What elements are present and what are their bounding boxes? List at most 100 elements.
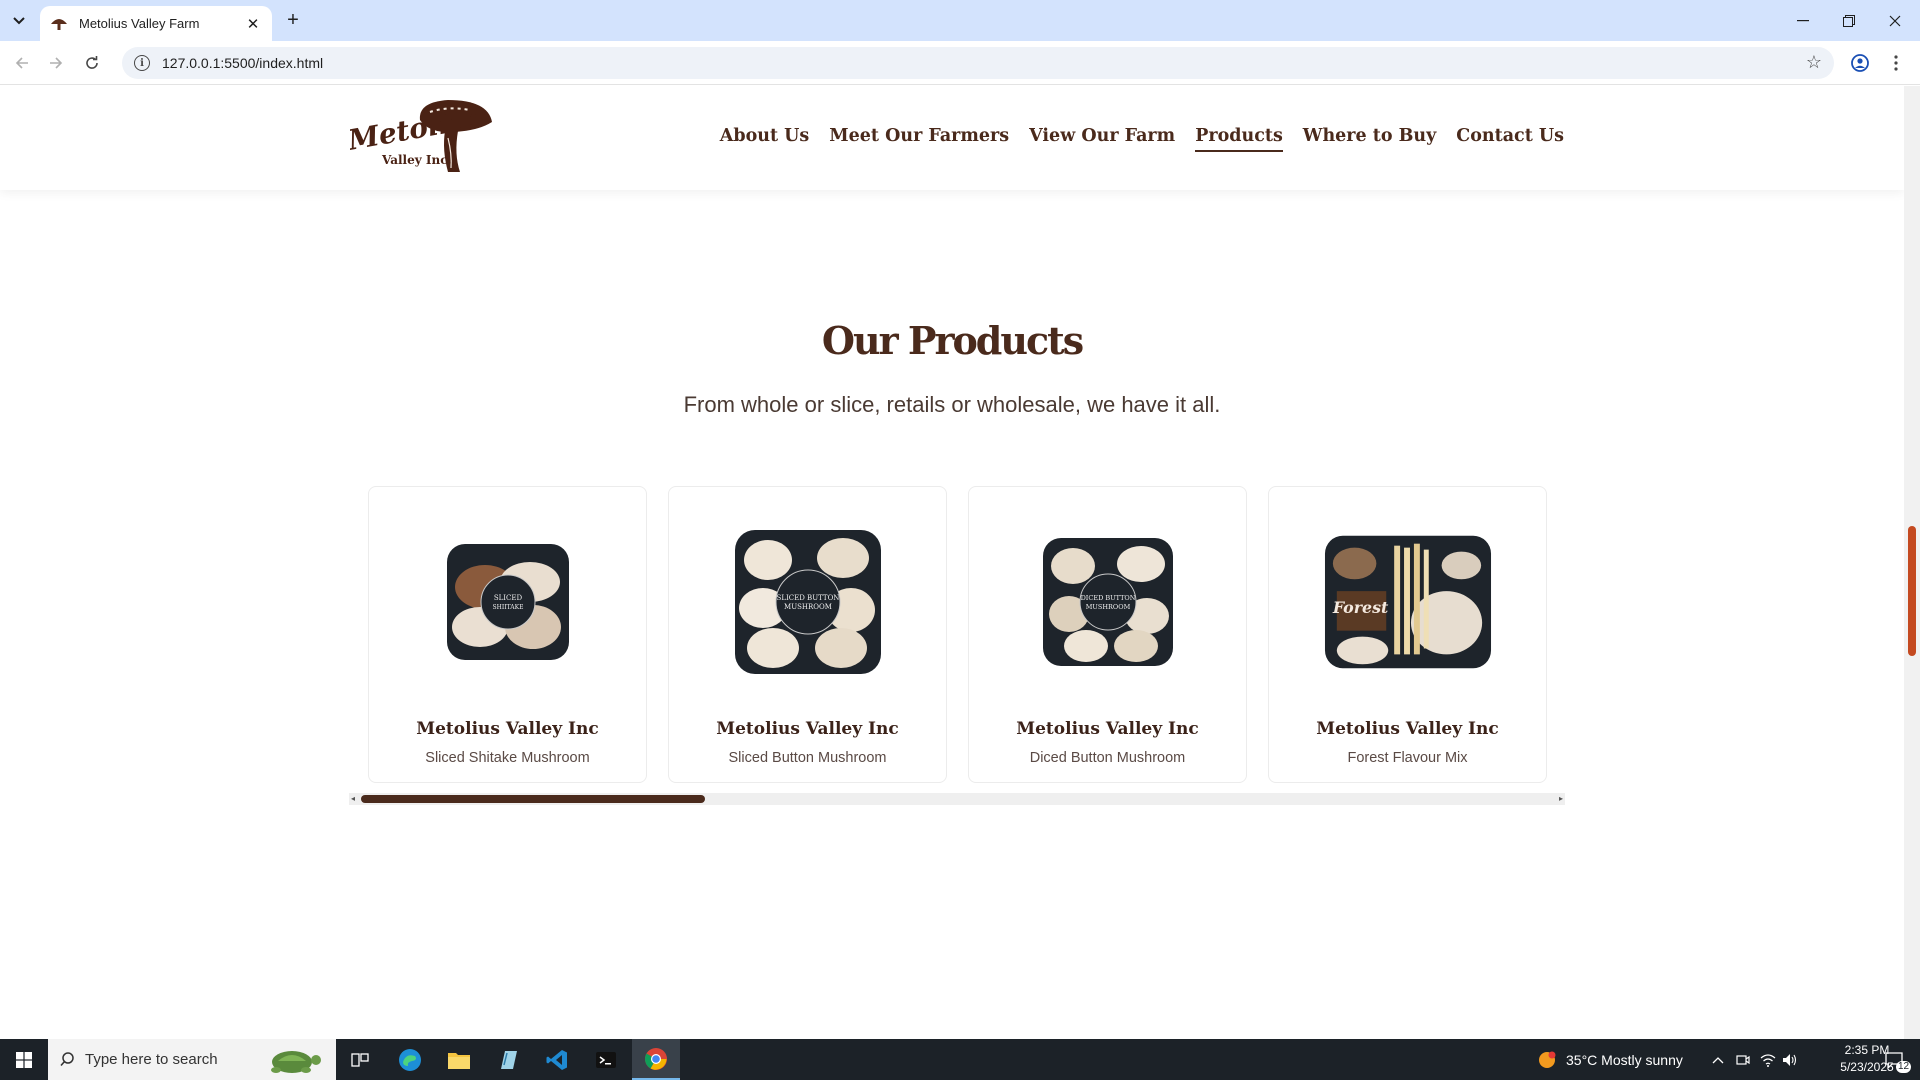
nav-where-to-buy[interactable]: Where to Buy [1303,126,1437,152]
chevron-up-icon [1712,1056,1724,1063]
svg-text:DICED BUTTON: DICED BUTTON [1080,594,1135,602]
taskbar-notes-app[interactable] [484,1039,532,1080]
minimize-button[interactable] [1780,0,1826,41]
product-brand: Metolius Valley Inc [1016,719,1199,739]
forward-button[interactable] [44,51,68,75]
svg-text:Forest: Forest [1331,598,1388,617]
metolius-valley-logo[interactable]: Metolius Valley Inc. [350,98,492,174]
nav-meet-our-farmers[interactable]: Meet Our Farmers [829,126,1009,152]
back-arrow-icon [15,57,28,69]
product-image-forest-flavour-mix: Forest [1323,527,1493,677]
weather-text: 35°C Mostly sunny [1566,1051,1683,1068]
notes-app-icon [501,1050,517,1069]
svg-text:SLICED BUTTON: SLICED BUTTON [776,594,839,602]
chevron-down-icon [13,17,25,25]
svg-text:MUSHROOM: MUSHROOM [784,603,832,611]
taskbar-search-box[interactable]: Type here to search [48,1039,336,1080]
folder-icon [448,1052,470,1069]
reload-icon [86,56,98,69]
product-name: Sliced Button Mushroom [728,750,887,766]
vscode-icon [546,1049,567,1070]
product-name: Forest Flavour Mix [1347,750,1468,766]
product-brand: Metolius Valley Inc [1316,719,1499,739]
svg-text:MUSHROOM: MUSHROOM [1085,603,1130,611]
taskbar-vscode[interactable] [533,1039,581,1080]
search-placeholder: Type here to search [85,1051,218,1068]
weather-widget[interactable]: 35°C Mostly sunny [1536,1039,1683,1080]
restore-button[interactable] [1826,0,1872,41]
profile-icon [1851,54,1869,72]
taskbar-chrome[interactable] [632,1039,680,1080]
product-card[interactable]: SLICED SHIITAKE Metolius Valley Inc Slic… [368,486,647,783]
taskbar-file-explorer[interactable] [435,1039,483,1080]
site-header: Metolius Valley Inc. About Us Meet Our F… [0,86,1904,190]
product-brand: Metolius Valley Inc [716,719,899,739]
taskbar-edge[interactable] [386,1039,434,1080]
main-navigation: About Us Meet Our Farmers View Our Farm … [720,126,1564,152]
profile-button[interactable] [1848,51,1872,75]
new-tab-button[interactable]: + [280,8,306,34]
windows-logo-icon [16,1051,32,1068]
carousel-scrollbar[interactable]: ◂ ▸ [349,793,1565,805]
product-card[interactable]: SLICED BUTTON MUSHROOM Metolius Valley I… [668,486,947,783]
notification-count-badge: 12 [1896,1061,1912,1073]
product-name: Diced Button Mushroom [1029,750,1186,766]
task-view-button[interactable] [336,1039,384,1080]
products-section-title: Our Products [821,318,1084,363]
product-image-diced-button: DICED BUTTON MUSHROOM [1023,527,1193,677]
svg-text:Metolius: Metolius [350,100,487,157]
scroll-right-arrow-icon[interactable]: ▸ [1557,795,1565,803]
scroll-left-arrow-icon[interactable]: ◂ [349,795,357,803]
nav-about-us[interactable]: About Us [720,126,810,152]
turtle-illustration-icon [271,1051,321,1073]
meet-now-icon [1736,1054,1750,1065]
product-card[interactable]: Forest Metolius Valley Inc Forest Flavou… [1268,486,1547,783]
page-scrollbar[interactable] [1904,86,1920,1039]
terminal-app-icon [596,1051,616,1068]
network-button[interactable] [1760,1039,1776,1080]
browser-toolbar: i 127.0.0.1:5500/index.html ☆ [0,41,1920,85]
notification-center-button[interactable]: 12 [1874,1039,1914,1080]
url-text: 127.0.0.1:5500/index.html [162,55,324,71]
tab-search-button[interactable] [6,8,32,34]
restore-icon [1843,14,1855,27]
browser-tab[interactable]: Metolius Valley Farm ✕ [40,6,272,41]
site-info-icon[interactable]: i [134,55,150,71]
close-icon [1889,15,1901,26]
product-image-sliced-shitake: SLICED SHIITAKE [423,527,593,677]
task-view-icon [351,1052,369,1067]
start-button[interactable] [0,1039,48,1080]
address-bar[interactable]: i 127.0.0.1:5500/index.html ☆ [122,47,1834,79]
back-button[interactable] [10,51,34,75]
meet-now-button[interactable] [1736,1039,1750,1080]
volume-button[interactable] [1782,1039,1798,1080]
svg-text:Valley Inc.: Valley Inc. [381,153,452,167]
taskbar-terminal[interactable] [582,1039,630,1080]
minimize-icon [1797,19,1809,21]
product-carousel[interactable]: SLICED SHIITAKE Metolius Valley Inc Slic… [368,486,1552,786]
edge-browser-icon [399,1048,421,1071]
web-page: Metolius Valley Inc. About Us Meet Our F… [0,86,1904,1039]
kebab-menu-icon [1894,55,1898,71]
nav-products[interactable]: Products [1195,126,1283,152]
carousel-scroll-thumb[interactable] [361,795,705,803]
product-image-sliced-button: SLICED BUTTON MUSHROOM [723,527,893,677]
svg-text:SLICED: SLICED [493,594,522,602]
search-icon [60,1052,74,1067]
forward-arrow-icon [50,57,63,69]
tab-close-icon[interactable]: ✕ [244,15,262,33]
nav-view-our-farm[interactable]: View Our Farm [1029,126,1175,152]
page-scroll-thumb[interactable] [1908,526,1916,656]
windows-taskbar: Type here to search 35°C Mostly sunny 2:… [0,1039,1920,1080]
nav-contact-us[interactable]: Contact Us [1456,126,1564,152]
close-window-button[interactable] [1872,0,1918,41]
bookmark-star-icon[interactable]: ☆ [1806,52,1822,73]
product-card[interactable]: DICED BUTTON MUSHROOM Metolius Valley In… [968,486,1247,783]
browser-menu-button[interactable] [1884,51,1908,75]
tab-title: Metolius Valley Farm [79,16,200,31]
svg-text:SHIITAKE: SHIITAKE [492,604,523,611]
speaker-icon [1783,1053,1797,1066]
show-hidden-icons-button[interactable] [1712,1039,1724,1080]
reload-button[interactable] [80,51,104,75]
network-icon [1760,1053,1776,1067]
